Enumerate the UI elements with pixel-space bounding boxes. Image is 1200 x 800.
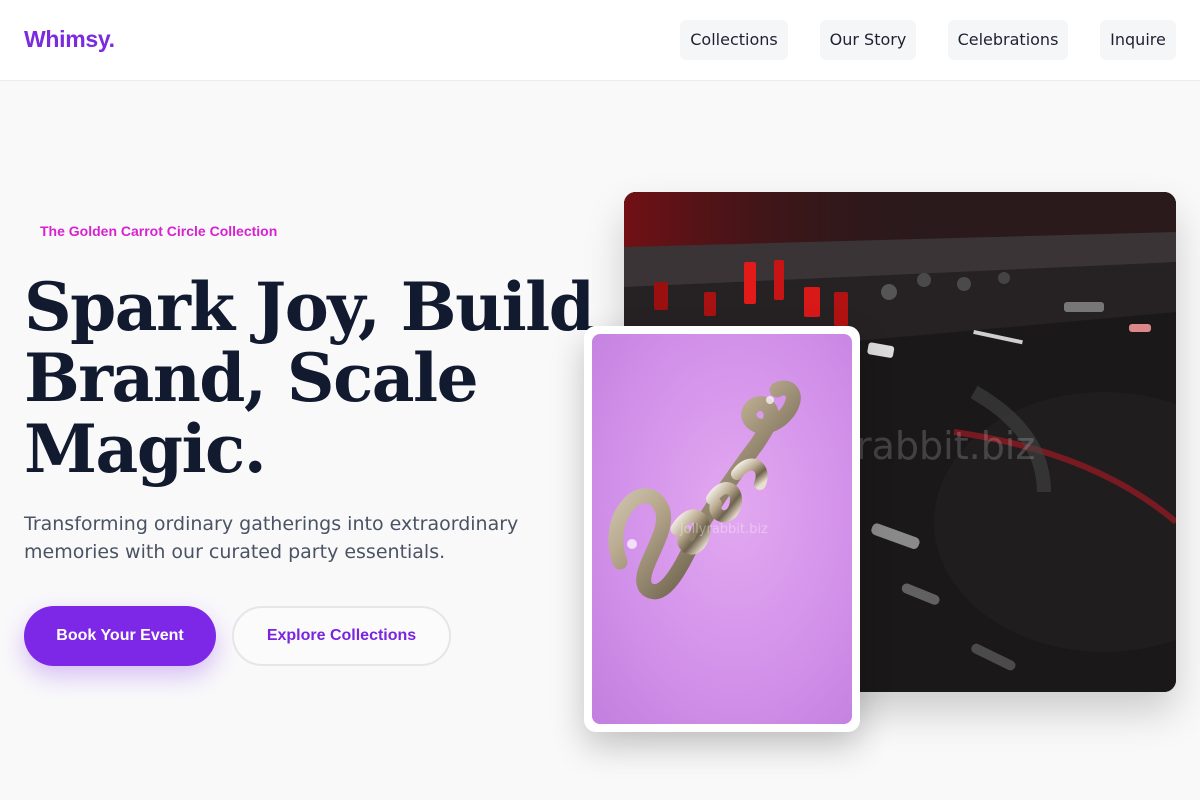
nav-link-our-story[interactable]: Our Story: [820, 20, 916, 60]
cheers-balloon-card: jollyrabbit.biz: [584, 326, 860, 732]
nav-link-collections[interactable]: Collections: [680, 20, 788, 60]
book-event-button[interactable]: Book Your Event: [24, 606, 216, 666]
nav-link-inquire[interactable]: Inquire: [1100, 20, 1176, 60]
hero-headline: Spark Joy, Build Brand, Scale Magic.: [24, 268, 595, 488]
image-watermark-small: jollyrabbit.biz: [680, 522, 768, 537]
hero-eyebrow: The Golden Carrot Circle Collection: [40, 223, 278, 239]
image-watermark: rabbit.biz: [856, 424, 1036, 468]
cheers-balloon-image: jollyrabbit.biz: [592, 334, 852, 724]
hero-subtext: Transforming ordinary gatherings into ex…: [24, 513, 519, 563]
top-navigation-bar: Whimsy. Collections Our Story Celebratio…: [0, 0, 1200, 81]
main-nav: Collections Our Story Celebrations Inqui…: [0, 20, 1200, 60]
nav-link-celebrations[interactable]: Celebrations: [948, 20, 1068, 60]
explore-collections-button[interactable]: Explore Collections: [232, 606, 451, 666]
